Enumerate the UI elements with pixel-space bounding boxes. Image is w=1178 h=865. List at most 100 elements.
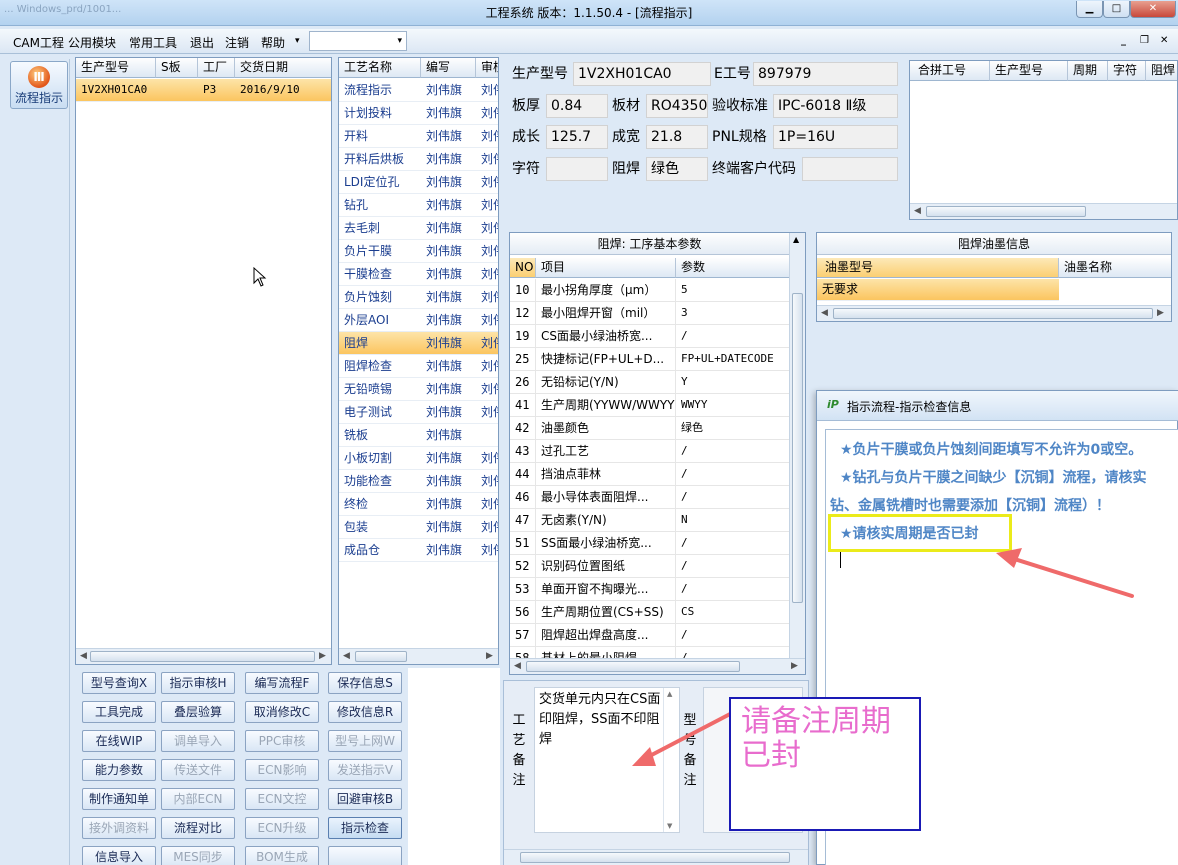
- param-row[interactable]: 42 油墨颜色 绿色: [510, 417, 789, 440]
- param-row[interactable]: 19 CS面最小绿油桥宽... /: [510, 325, 789, 348]
- scroll-left-icon[interactable]: ◀: [80, 651, 87, 661]
- col-s-board[interactable]: S板: [156, 58, 198, 78]
- menu-logout[interactable]: 注销: [225, 34, 249, 51]
- col-merge-char[interactable]: 字符: [1108, 61, 1146, 81]
- process-row[interactable]: 包装 刘伟旗 刘伟: [339, 516, 498, 539]
- action-button[interactable]: 信息导入: [82, 846, 156, 865]
- param-row[interactable]: 44 挡油点菲林 /: [510, 463, 789, 486]
- field-length[interactable]: 125.7: [546, 125, 608, 149]
- field-model[interactable]: 1V2XH01CA0: [573, 62, 711, 86]
- scroll-left-icon[interactable]: ◀: [914, 206, 921, 216]
- param-row[interactable]: 57 阻焊超出焊盘高度... /: [510, 624, 789, 647]
- action-button[interactable]: 指示检查: [328, 817, 402, 839]
- action-button[interactable]: 调单导入: [161, 730, 235, 752]
- param-row[interactable]: 51 SS面最小绿油桥宽... /: [510, 532, 789, 555]
- scroll-right-icon[interactable]: ▶: [486, 651, 493, 661]
- action-button[interactable]: 制作通知单: [82, 788, 156, 810]
- col-value[interactable]: 参数: [676, 258, 791, 278]
- process-row[interactable]: 负片蚀刻 刘伟旗 刘伟: [339, 286, 498, 309]
- col-author[interactable]: 编写: [421, 58, 476, 78]
- note-vscroll[interactable]: ▲ ▼: [663, 688, 679, 832]
- ink-hscroll[interactable]: ◀ ▶: [817, 305, 1171, 321]
- scroll-thumb[interactable]: [526, 661, 740, 672]
- action-button[interactable]: BOM生成: [245, 846, 319, 865]
- params-hscroll[interactable]: ◀ ▶: [510, 658, 805, 674]
- process-row[interactable]: 铣板 刘伟旗: [339, 424, 498, 447]
- process-row[interactable]: 外层AOI 刘伟旗 刘伟: [339, 309, 498, 332]
- col-no[interactable]: NO: [510, 258, 536, 278]
- action-button[interactable]: 在线WIP: [82, 730, 156, 752]
- process-row[interactable]: 流程指示 刘伟旗 刘伟: [339, 79, 498, 102]
- field-standard[interactable]: IPC-6018 Ⅱ级: [773, 94, 898, 118]
- toolbar-combo[interactable]: ▾: [309, 31, 407, 51]
- action-button[interactable]: ECN影响: [245, 759, 319, 781]
- action-button[interactable]: 回避审核B: [328, 788, 402, 810]
- param-row[interactable]: 52 识别码位置图纸 /: [510, 555, 789, 578]
- action-button[interactable]: 接外调资料: [82, 817, 156, 839]
- process-list-hscroll[interactable]: ◀ ▶: [339, 648, 498, 664]
- param-row[interactable]: 53 单面开窗不掏曝光... /: [510, 578, 789, 601]
- param-row[interactable]: 41 生产周期(YYWW/WWYY) WWYY: [510, 394, 789, 417]
- col-reviewer[interactable]: 审核: [476, 58, 498, 78]
- close-button[interactable]: ✕: [1130, 1, 1176, 18]
- process-row[interactable]: 功能检查 刘伟旗 刘伟: [339, 470, 498, 493]
- col-merge-eng[interactable]: 合拼工号: [910, 61, 990, 81]
- params-vscroll[interactable]: ▲: [789, 233, 805, 660]
- scroll-thumb[interactable]: [926, 206, 1086, 217]
- process-row[interactable]: 负片干膜 刘伟旗 刘伟: [339, 240, 498, 263]
- col-ink-name[interactable]: 油墨名称: [1059, 258, 1171, 278]
- process-row[interactable]: 电子测试 刘伟旗 刘伟: [339, 401, 498, 424]
- col-delivery-date[interactable]: 交货日期: [235, 58, 331, 78]
- empty-button[interactable]: [328, 846, 402, 865]
- scroll-thumb[interactable]: [833, 308, 1153, 319]
- mdi-restore-button[interactable]: ❐: [1140, 35, 1149, 46]
- field-eng[interactable]: 897979: [753, 62, 898, 86]
- field-width[interactable]: 21.8: [646, 125, 708, 149]
- param-row[interactable]: 56 生产周期位置(CS+SS) CS: [510, 601, 789, 624]
- process-row[interactable]: 阻焊检查 刘伟旗 刘伟: [339, 355, 498, 378]
- param-row[interactable]: 25 快捷标记(FP+UL+D... FP+UL+DATECODE: [510, 348, 789, 371]
- process-row[interactable]: 去毛刺 刘伟旗 刘伟: [339, 217, 498, 240]
- dialog-title-bar[interactable]: iP 指示流程-指示检查信息: [817, 391, 1178, 421]
- mdi-close-button[interactable]: ✕: [1160, 35, 1168, 46]
- mdi-minimize-button[interactable]: _: [1121, 35, 1126, 46]
- field-material[interactable]: RO4350B: [646, 94, 708, 118]
- process-row[interactable]: 阻焊 刘伟旗 刘伟: [339, 332, 498, 355]
- scroll-right-icon[interactable]: ▶: [791, 661, 798, 671]
- menu-public-modules[interactable]: 公用模块: [68, 34, 116, 51]
- scroll-thumb[interactable]: [792, 293, 803, 603]
- process-row[interactable]: 成品仓 刘伟旗 刘伟: [339, 539, 498, 562]
- col-model[interactable]: 生产型号: [76, 58, 156, 78]
- scroll-thumb[interactable]: [520, 852, 790, 863]
- process-row[interactable]: 开料 刘伟旗 刘伟: [339, 125, 498, 148]
- col-merge-model[interactable]: 生产型号: [990, 61, 1068, 81]
- scroll-left-icon[interactable]: ◀: [821, 308, 828, 318]
- action-button[interactable]: 指示审核H: [161, 672, 235, 694]
- scroll-right-icon[interactable]: ▶: [1157, 308, 1164, 318]
- menu-tools[interactable]: 常用工具: [129, 34, 177, 51]
- process-row[interactable]: 开料后烘板 刘伟旗 刘伟: [339, 148, 498, 171]
- scroll-left-icon[interactable]: ◀: [514, 661, 521, 671]
- param-row[interactable]: 43 过孔工艺 /: [510, 440, 789, 463]
- action-button[interactable]: ECN升级: [245, 817, 319, 839]
- order-list-hscroll[interactable]: ◀ ▶: [76, 648, 331, 664]
- process-row[interactable]: 终检 刘伟旗 刘伟: [339, 493, 498, 516]
- action-button[interactable]: PPC审核: [245, 730, 319, 752]
- action-button[interactable]: 型号查询X: [82, 672, 156, 694]
- col-process-name[interactable]: 工艺名称: [339, 58, 421, 78]
- field-pnl[interactable]: 1P=16U: [773, 125, 898, 149]
- process-row[interactable]: 计划投料 刘伟旗 刘伟: [339, 102, 498, 125]
- action-button[interactable]: 流程对比: [161, 817, 235, 839]
- param-row[interactable]: 12 最小阻焊开窗（mil） 3: [510, 302, 789, 325]
- process-row[interactable]: LDI定位孔 刘伟旗 刘伟: [339, 171, 498, 194]
- process-row[interactable]: 钻孔 刘伟旗 刘伟: [339, 194, 498, 217]
- field-char[interactable]: [546, 157, 608, 181]
- maximize-button[interactable]: □: [1103, 1, 1130, 18]
- col-merge-period[interactable]: 周期: [1068, 61, 1108, 81]
- menu-help[interactable]: 帮助: [261, 34, 285, 51]
- action-button[interactable]: 叠层验算: [161, 701, 235, 723]
- col-item[interactable]: 项目: [536, 258, 676, 278]
- field-mask[interactable]: 绿色: [646, 157, 708, 181]
- merge-table-hscroll[interactable]: ◀: [910, 203, 1177, 219]
- scroll-thumb[interactable]: [90, 651, 315, 662]
